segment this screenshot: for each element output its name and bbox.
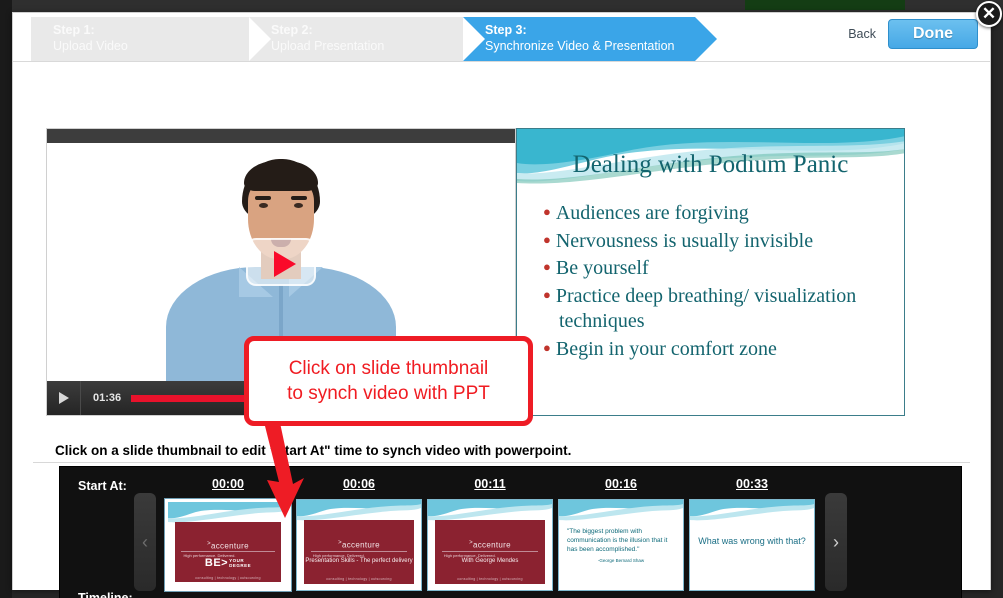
slide-bullet: Audiences are forgiving (556, 201, 890, 227)
slide-cell[interactable]: 00:33 What was wrong with that? 00:33 - … (689, 467, 815, 598)
step-2-subtitle: Upload Presentation (271, 39, 385, 53)
thumb-brand: >accenture (469, 540, 511, 551)
thumb-brand: >accenture (207, 541, 249, 551)
step-progress-bar: Step 1: Upload Video Step 2: Upload Pres… (13, 13, 990, 61)
thumb-question-text: What was wrong with that? (698, 536, 806, 546)
back-button[interactable]: Back (848, 27, 876, 41)
step-2-upload-presentation[interactable]: Step 2: Upload Presentation (249, 17, 495, 61)
slide-preview: Dealing with Podium Panic Audiences are … (516, 128, 905, 416)
start-at-time-link[interactable]: 00:33 (689, 467, 815, 491)
step-3-synchronize[interactable]: Step 3: Synchronize Video & Presentation (463, 17, 717, 61)
slide-thumbnail[interactable]: What was wrong with that? (689, 499, 815, 591)
backdrop-green-bar (745, 0, 905, 10)
slide-thumbnail[interactable]: >accenture High performance. Delivered. … (296, 499, 422, 591)
thumb-rule (181, 550, 275, 552)
presenter-eyebrow-left (255, 196, 271, 200)
thumb-brand: >accenture (338, 540, 380, 551)
chevron-left-icon[interactable]: ‹ (134, 493, 156, 591)
done-button[interactable]: Done (888, 19, 978, 49)
thumb-quote-cite: -George Bernard Shaw (597, 558, 645, 564)
divider (33, 462, 970, 463)
step-3-title: Step 3: (485, 23, 527, 37)
video-top-bar (47, 129, 515, 143)
annotation-callout-text: Click on slide thumbnail to synch video … (281, 356, 496, 407)
play-icon[interactable] (47, 381, 81, 415)
step-1-title: Step 1: (53, 23, 95, 37)
video-current-time: 01:36 (93, 392, 122, 404)
thumb-rule (310, 550, 408, 552)
step-1-upload-video[interactable]: Step 1: Upload Video (31, 17, 281, 61)
timeline-label: Timeline: (78, 591, 133, 598)
thumb-footer: consulting | technology | outsourcing (326, 577, 392, 582)
thumb-subtitle: With George Mendes (461, 558, 519, 565)
screen-root: ✕ Step 1: Upload Video Step 2: Upload Pr… (0, 0, 1003, 598)
play-overlay-icon[interactable] (246, 238, 316, 286)
thumb-be-your-degree: BE>YOUR DEGREE (204, 556, 252, 569)
slide-bullet: Begin in your comfort zone (556, 337, 890, 363)
synchronize-modal: ✕ Step 1: Upload Video Step 2: Upload Pr… (12, 1, 1002, 598)
thumb-footer: consulting | technology | outsourcing (195, 575, 261, 580)
start-at-label: Start At: (78, 479, 127, 493)
slide-cell[interactable]: 00:06 >accenture High performance. Deliv… (296, 467, 422, 598)
timeline-panel: Start At: Timeline: ‹ › 00:00 >accenture… (59, 466, 962, 598)
annotation-line-2: to synch video with PPT (287, 383, 490, 404)
thumb-swoosh-graphic (428, 500, 552, 522)
slide-bullet: Be yourself (556, 256, 890, 282)
annotation-arrow-icon (263, 418, 304, 518)
instruction-text: Click on a slide thumbnail to edit "Star… (55, 443, 572, 458)
annotation-line-1: Click on slide thumbnail (288, 357, 489, 379)
slide-preview-bullets: Audiences are forgiving Nervousness is u… (541, 201, 890, 365)
slide-bullet: Practice deep breathing/ visualization t… (556, 284, 890, 335)
thumb-swoosh-graphic (690, 500, 814, 522)
thumb-swoosh-graphic (559, 500, 683, 522)
step-1-subtitle: Upload Video (53, 39, 128, 53)
thumb-quote: "The biggest problem with communication … (567, 528, 675, 564)
annotation-callout: Click on slide thumbnail to synch video … (244, 336, 533, 426)
thumb-subtitle: Presentation Skills - The perfect delive… (305, 558, 413, 565)
presenter-fringe (244, 161, 318, 191)
start-at-time-link[interactable]: 00:16 (558, 467, 684, 491)
close-icon[interactable]: ✕ (976, 1, 1002, 27)
slide-preview-title: Dealing with Podium Panic (572, 151, 849, 178)
modal-body: 01:36 Dealing with Podium Panic ● Audien… (13, 61, 990, 598)
start-at-time-link[interactable]: 00:11 (427, 467, 553, 491)
presenter-eyebrow-right (291, 196, 307, 200)
backdrop-left-column (0, 0, 12, 598)
slide-thumbnail[interactable]: "The biggest problem with communication … (558, 499, 684, 591)
start-at-time-link[interactable]: 00:06 (296, 467, 422, 491)
slide-cell[interactable]: 00:11 >accenture High performance. Deliv… (427, 467, 553, 598)
step-2-title: Step 2: (271, 23, 313, 37)
presenter-eye-right (294, 203, 303, 208)
thumb-footer: consulting | technology | outsourcing (457, 577, 523, 582)
slide-thumbnail[interactable]: >accenture High performance. Delivered. … (427, 499, 553, 591)
presenter-eye-left (259, 203, 268, 208)
thumb-swoosh-graphic (297, 500, 421, 522)
thumb-body: >accenture High performance. Delivered. … (435, 520, 545, 584)
thumb-body: >accenture High performance. Delivered. … (304, 520, 414, 584)
slide-cell[interactable]: 00:16 "The biggest problem with communic… (558, 467, 684, 598)
thumb-rule (441, 550, 539, 552)
chevron-right-icon[interactable]: › (825, 493, 847, 591)
thumb-body: >accenture High performance. Delivered. … (175, 522, 281, 582)
slide-bullet: Nervousness is usually invisible (556, 229, 890, 255)
step-3-subtitle: Synchronize Video & Presentation (485, 39, 675, 53)
thumb-quote-text: "The biggest problem with communication … (567, 528, 668, 553)
wizard-nav-actions: Back Done (848, 19, 978, 49)
